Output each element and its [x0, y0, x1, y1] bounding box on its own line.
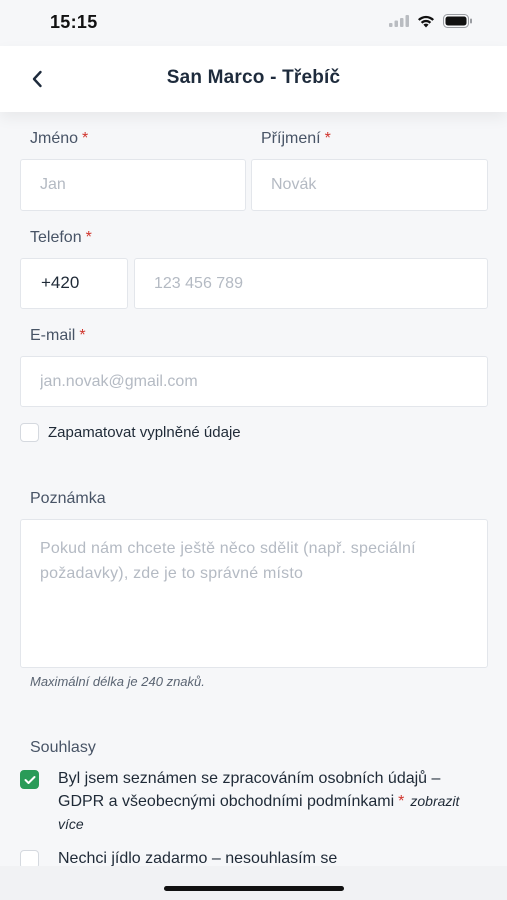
status-time: 15:15: [50, 12, 98, 32]
required-marker: *: [85, 229, 92, 246]
status-icons: [389, 14, 473, 28]
last-name-label-text: Příjmení: [261, 130, 321, 147]
gdpr-consent-text: Byl jsem seznámen se zpracováním osobníc…: [58, 770, 441, 810]
checkmark-icon: [24, 775, 35, 784]
status-bar: 15:15: [0, 0, 507, 46]
phone-prefix-select[interactable]: +420: [20, 258, 128, 309]
email-input[interactable]: [21, 357, 487, 406]
note-label: Poznámka: [30, 490, 106, 507]
home-indicator: [164, 886, 344, 891]
required-marker: *: [398, 793, 405, 810]
phone-number-field: [134, 258, 488, 309]
remember-label: Zapamatovat vyplněné údaje: [48, 424, 241, 441]
first-name-label: Jméno *: [30, 130, 88, 148]
first-name-label-text: Jméno: [30, 130, 79, 147]
home-indicator-area: [0, 866, 507, 900]
battery-icon: [443, 14, 472, 28]
last-name-input[interactable]: [252, 160, 487, 210]
wifi-icon: [418, 15, 434, 27]
app-header: San Marco - Třebíč: [0, 46, 507, 112]
gdpr-consent-label: Byl jsem seznámen se zpracováním osobníc…: [58, 768, 488, 836]
first-name-field: [20, 159, 246, 211]
phone-label-text: Telefon: [30, 229, 82, 246]
phone-label: Telefon *: [30, 229, 92, 247]
page-title: San Marco - Třebíč: [166, 67, 341, 88]
remember-checkbox[interactable]: [20, 423, 39, 442]
required-marker: *: [79, 327, 86, 344]
note-textarea[interactable]: [21, 520, 487, 667]
last-name-label: Příjmení *: [261, 130, 331, 148]
signal-icon: [389, 15, 409, 27]
last-name-field: [251, 159, 488, 211]
email-label: E-mail *: [30, 327, 86, 345]
phone-prefix-value: +420: [41, 273, 80, 292]
first-name-input[interactable]: [21, 160, 245, 210]
note-field: [20, 519, 488, 668]
email-field: [20, 356, 488, 407]
required-marker: *: [82, 130, 89, 147]
gdpr-consent-checkbox[interactable]: [20, 770, 39, 789]
email-label-text: E-mail: [30, 327, 76, 344]
note-length-hint: Maximální délka je 240 znaků.: [30, 674, 205, 689]
phone-number-input[interactable]: [135, 259, 487, 308]
required-marker: *: [324, 130, 331, 147]
consents-title: Souhlasy: [30, 739, 96, 756]
